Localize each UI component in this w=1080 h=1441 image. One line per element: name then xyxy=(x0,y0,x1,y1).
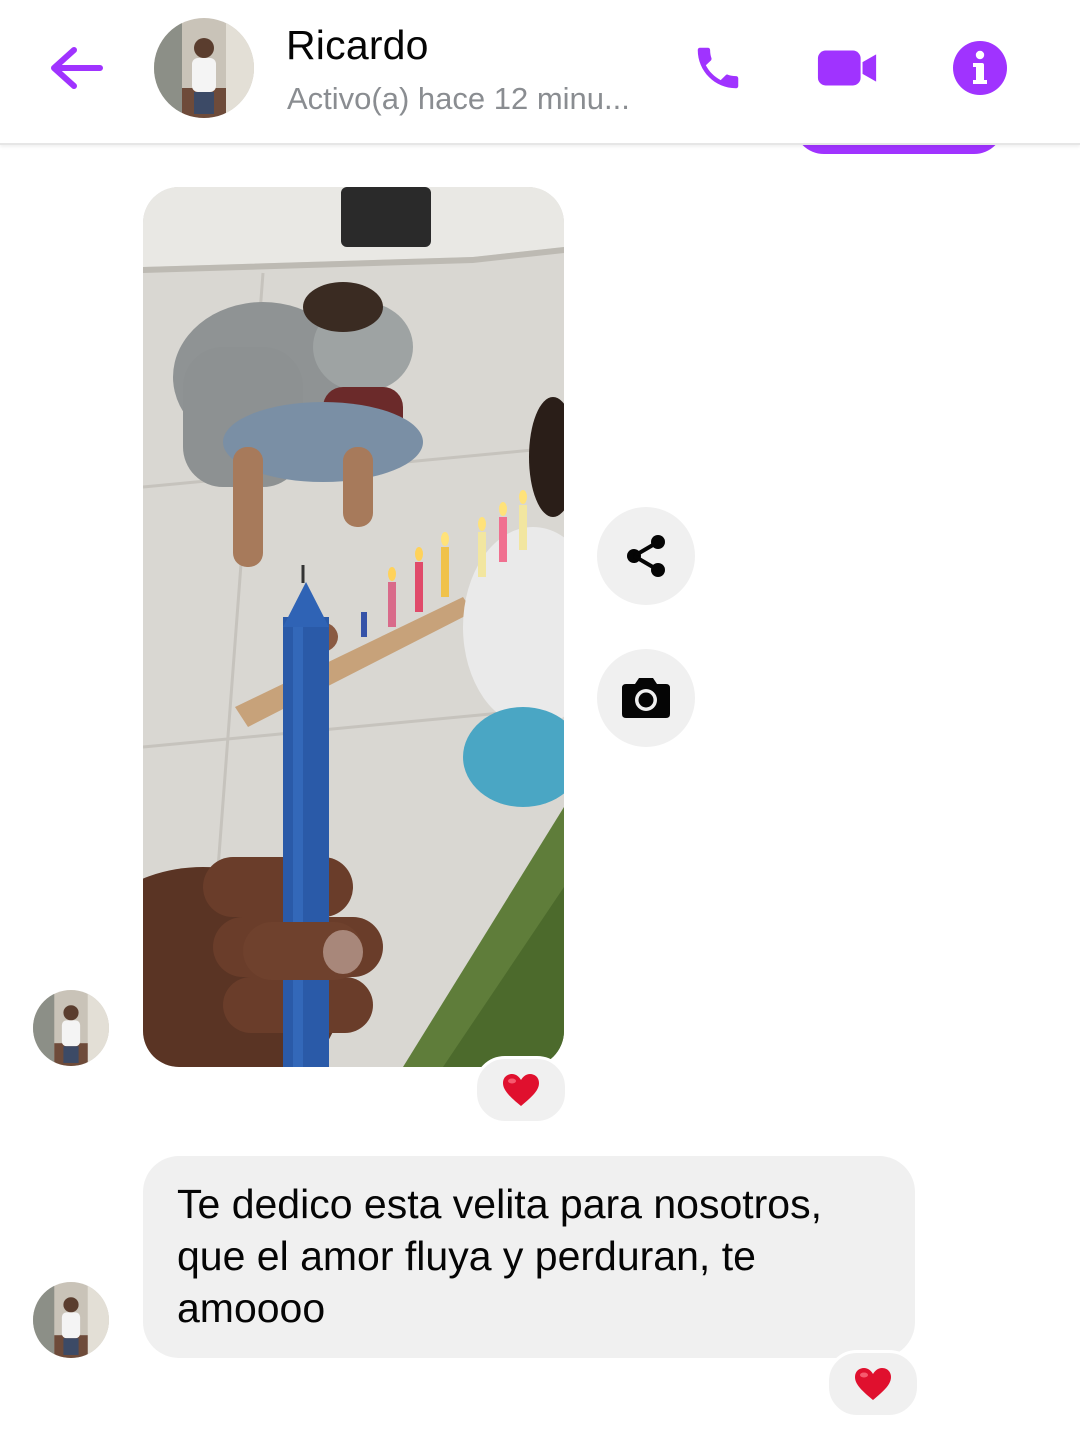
photo-message[interactable] xyxy=(143,187,564,1067)
share-icon xyxy=(627,535,665,577)
contact-active-status: Activo(a) hace 12 minu... xyxy=(287,81,630,116)
info-button[interactable] xyxy=(948,36,1012,100)
chat-header: Ricardo Activo(a) hace 12 minu... xyxy=(0,0,1080,145)
share-button[interactable] xyxy=(597,507,695,605)
camera-button[interactable] xyxy=(597,649,695,747)
voice-call-button[interactable] xyxy=(686,36,750,100)
message-text: Te dedico esta velita para nosotros, que… xyxy=(177,1181,822,1331)
avatar-photo xyxy=(33,1282,109,1358)
arrow-left-icon xyxy=(51,47,103,89)
video-camera-icon xyxy=(817,50,877,86)
contact-name[interactable]: Ricardo xyxy=(286,22,429,69)
messenger-chat-screen: Ricardo Activo(a) hace 12 minu... Te ded… xyxy=(0,0,1080,1441)
avatar-photo xyxy=(154,18,254,118)
info-icon xyxy=(953,41,1007,95)
text-reaction[interactable] xyxy=(826,1350,920,1418)
sender-avatar[interactable] xyxy=(33,1282,109,1358)
candle-photo xyxy=(143,187,564,1067)
back-button[interactable] xyxy=(44,36,108,100)
heart-icon xyxy=(855,1368,891,1400)
sender-avatar[interactable] xyxy=(33,990,109,1066)
received-text-message[interactable]: Te dedico esta velita para nosotros, que… xyxy=(143,1156,915,1358)
contact-avatar[interactable] xyxy=(154,18,254,118)
camera-icon xyxy=(622,678,670,718)
photo-reaction[interactable] xyxy=(474,1056,568,1124)
heart-icon xyxy=(503,1074,539,1106)
avatar-photo xyxy=(33,990,109,1066)
phone-icon xyxy=(697,47,739,89)
video-call-button[interactable] xyxy=(816,36,880,100)
